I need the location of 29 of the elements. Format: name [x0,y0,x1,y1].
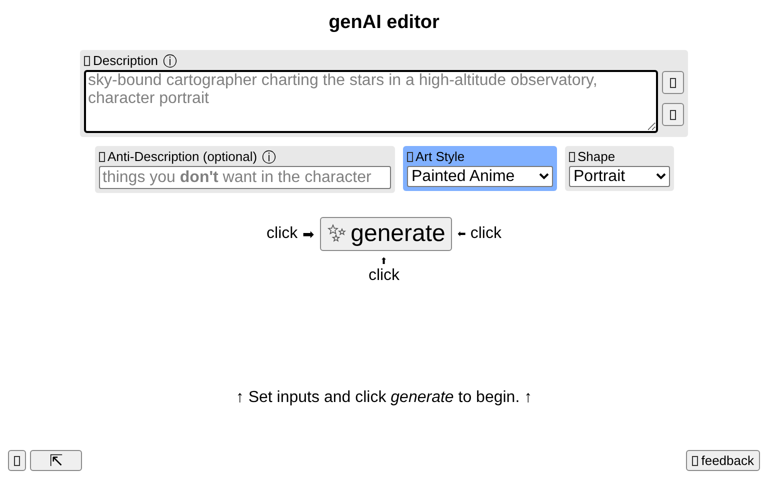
box-icon [84,56,90,66]
arrow-glyph: ➡ [302,226,315,242]
page-title: genAI editor [328,12,440,34]
hint-text: click [266,225,298,243]
side-button[interactable] [662,71,684,94]
generate-button[interactable]: generate [320,217,452,251]
info-icon[interactable]: ⓘ [262,149,276,165]
box-icon [406,152,412,162]
feedback-button[interactable]: feedback [686,450,760,471]
side-button[interactable] [662,103,684,126]
art-style-select[interactable]: Painted Anime [406,166,552,187]
arrow-glyph: ⬆ [380,255,388,267]
menu-button[interactable] [8,450,26,471]
arrow-glyph: ⬅ [457,228,466,240]
hint-text: click [470,225,502,243]
shape-select[interactable]: Portrait [568,166,670,187]
info-icon[interactable]: ⓘ [163,53,178,69]
hint-text: click [368,267,400,285]
description-field[interactable]: sky-bound cartographer charting the stars in a high-altitude observatory, character portrait [84,70,658,133]
field-label: Shape [578,149,616,165]
box-icon [98,152,104,162]
field-label: Art Style [416,149,465,165]
box-icon [568,152,574,162]
anti-description-field[interactable]: things you don't want in the character [98,166,390,189]
field-label: Anti-Description (optional) [108,149,258,165]
status-message: ↑ Set inputs and click generate to begin. ↑ [236,389,532,407]
field-label: Description [93,53,158,69]
back-to-top-button[interactable]: ⇱ [30,450,82,471]
stars-icon [326,224,347,244]
